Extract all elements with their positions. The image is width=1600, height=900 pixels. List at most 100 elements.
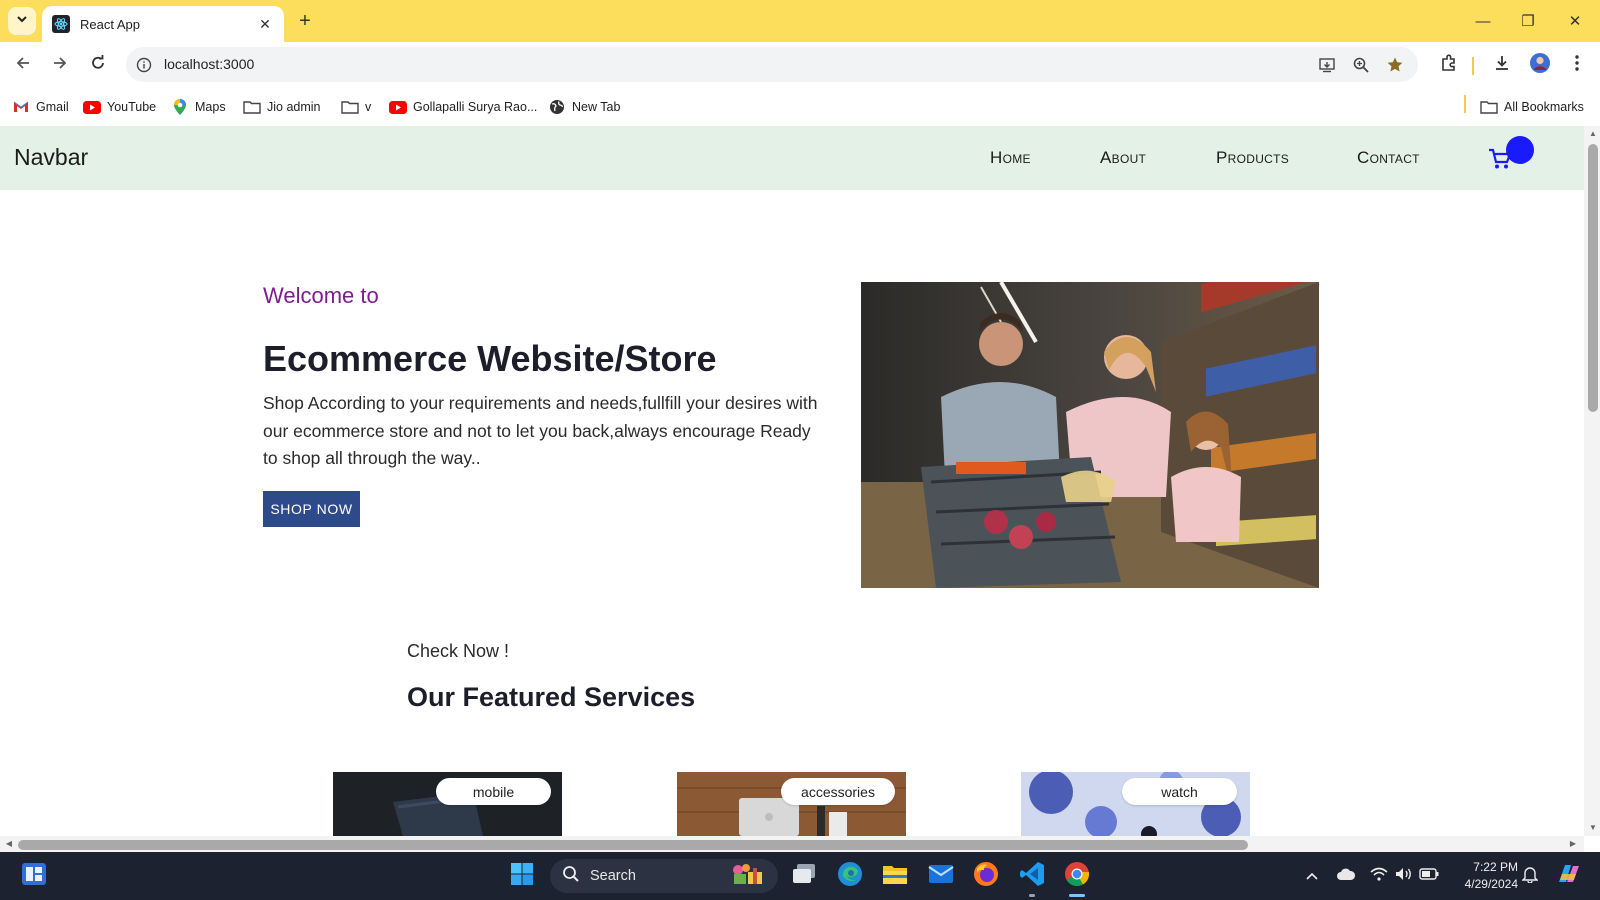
onedrive-tray-icon[interactable]	[1334, 860, 1358, 892]
more-vertical-icon	[1574, 54, 1580, 77]
restore-button[interactable]: ❐	[1513, 8, 1543, 34]
edge-icon	[837, 861, 863, 892]
scroll-left-arrow-icon[interactable]: ◀	[4, 839, 14, 849]
close-window-button[interactable]: ✕	[1560, 8, 1590, 34]
puzzle-icon	[1439, 53, 1459, 78]
new-tab-button[interactable]: +	[292, 8, 318, 34]
taskbar-chrome[interactable]	[1061, 860, 1093, 892]
browser-toolbar: localhost:3000	[0, 42, 1600, 88]
mail-icon	[928, 864, 954, 889]
chrome-active-indicator	[1069, 894, 1085, 897]
service-card-accessories[interactable]: accessories	[677, 772, 906, 836]
nav-link-products[interactable]: Products	[1216, 148, 1289, 168]
browser-tab-strip: React App ✕ + — ❐ ✕	[0, 0, 1600, 42]
start-button[interactable]	[506, 860, 538, 892]
hero-title: Ecommerce Website/Store	[263, 338, 717, 379]
forward-button[interactable]	[47, 52, 73, 78]
bookmark-maps[interactable]: Maps	[171, 96, 226, 118]
folder-icon	[882, 863, 908, 890]
vertical-scroll-thumb[interactable]	[1588, 144, 1598, 412]
notifications-button[interactable]	[1518, 860, 1542, 892]
site-info-icon[interactable]	[134, 55, 154, 75]
clock-time: 7:22 PM	[1473, 860, 1518, 874]
react-icon	[52, 15, 70, 33]
address-bar[interactable]: localhost:3000	[126, 47, 1418, 82]
bookmark-youtube[interactable]: YouTube	[83, 96, 156, 118]
hero-welcome-text: Welcome to	[263, 283, 379, 308]
close-tab-icon[interactable]: ✕	[256, 16, 274, 33]
toolbar-divider	[1472, 57, 1474, 75]
taskbar-file-explorer[interactable]	[879, 860, 911, 892]
downloads-button[interactable]	[1489, 52, 1515, 78]
chevron-up-icon	[1306, 867, 1318, 885]
maps-icon	[171, 99, 189, 115]
services-kicker: Check Now !	[407, 641, 510, 661]
widgets-button[interactable]	[18, 860, 50, 892]
service-card-watch[interactable]: watch	[1021, 772, 1250, 836]
back-button[interactable]	[10, 52, 36, 78]
search-icon	[562, 865, 580, 888]
minimize-button[interactable]: —	[1468, 8, 1498, 34]
task-view-button[interactable]	[788, 860, 820, 892]
scroll-up-arrow-icon[interactable]: ▲	[1588, 129, 1598, 139]
browser-menu-button[interactable]	[1564, 52, 1590, 78]
task-view-icon	[791, 863, 817, 890]
browser-tab-react-app[interactable]: React App ✕	[42, 6, 284, 42]
bookmark-new-tab[interactable]: New Tab	[548, 96, 620, 118]
vscode-icon	[1019, 861, 1045, 892]
horizontal-scroll-thumb[interactable]	[18, 840, 1248, 850]
reload-button[interactable]	[85, 52, 111, 78]
volume-tray-icon[interactable]	[1392, 860, 1416, 892]
cart-button[interactable]: 10	[1488, 136, 1534, 176]
taskbar-firefox[interactable]	[970, 860, 1002, 892]
widgets-icon	[21, 862, 47, 891]
service-card-mobile[interactable]: mobile	[333, 772, 562, 836]
copilot-button[interactable]	[1554, 860, 1584, 892]
battery-tray-icon[interactable]	[1417, 860, 1441, 892]
scroll-down-arrow-icon[interactable]: ▼	[1588, 823, 1598, 833]
install-app-icon[interactable]	[1316, 54, 1338, 76]
bell-icon	[1521, 865, 1539, 888]
profile-avatar[interactable]	[1527, 52, 1553, 78]
reload-icon	[89, 54, 107, 77]
tab-search-button[interactable]	[8, 7, 36, 35]
taskbar-edge[interactable]	[834, 860, 866, 892]
hero-image	[861, 282, 1319, 588]
all-bookmarks[interactable]: All Bookmarks	[1480, 96, 1584, 118]
vertical-scrollbar[interactable]: ▲ ▼	[1584, 126, 1600, 836]
url-text[interactable]: localhost:3000	[164, 56, 254, 72]
nav-link-home[interactable]: Home	[990, 148, 1031, 168]
folder-icon	[341, 99, 359, 115]
shop-now-button[interactable]: SHOP NOW	[263, 491, 360, 527]
bookmark-folder-v[interactable]: v	[341, 96, 371, 118]
extensions-button[interactable]	[1436, 52, 1462, 78]
wifi-tray-icon[interactable]	[1367, 860, 1391, 892]
navbar-brand[interactable]: Navbar	[14, 144, 88, 171]
hero-description: Shop According to your requirements and …	[263, 393, 818, 468]
bookmark-star-icon[interactable]	[1384, 54, 1406, 76]
horizontal-scrollbar[interactable]: ◀ ▶	[0, 836, 1584, 852]
bookmark-gmail[interactable]: Gmail	[12, 96, 69, 118]
chevron-down-icon	[16, 12, 28, 30]
service-card-label: watch	[1122, 778, 1237, 805]
taskbar-vscode[interactable]	[1016, 860, 1048, 892]
taskbar-search-box[interactable]: Search	[550, 859, 778, 893]
taskbar-clock[interactable]: 7:22 PM 4/29/2024	[1446, 859, 1518, 893]
copilot-icon	[1556, 862, 1582, 891]
bookmark-gollapalli[interactable]: Gollapalli Surya Rao...	[389, 96, 537, 118]
globe-icon	[548, 99, 566, 115]
vscode-running-indicator	[1029, 894, 1035, 897]
scroll-right-arrow-icon[interactable]: ▶	[1568, 839, 1578, 849]
zoom-icon[interactable]	[1350, 54, 1372, 76]
taskbar-mail[interactable]	[925, 860, 957, 892]
nav-link-about[interactable]: About	[1100, 148, 1146, 168]
show-hidden-icons-button[interactable]	[1300, 860, 1324, 892]
firefox-icon	[973, 861, 999, 892]
arrow-left-icon	[14, 54, 32, 77]
windows-taskbar: Search 7:22 PM 4/29/2024	[0, 852, 1600, 900]
bookmarks-bar: Gmail YouTube Maps Jio admin v Gollapall…	[0, 88, 1600, 126]
nav-link-contact[interactable]: Contact	[1357, 148, 1420, 168]
folder-icon	[243, 99, 261, 115]
bookmark-folder-jio-admin[interactable]: Jio admin	[243, 96, 321, 118]
service-card-label: mobile	[436, 778, 551, 805]
